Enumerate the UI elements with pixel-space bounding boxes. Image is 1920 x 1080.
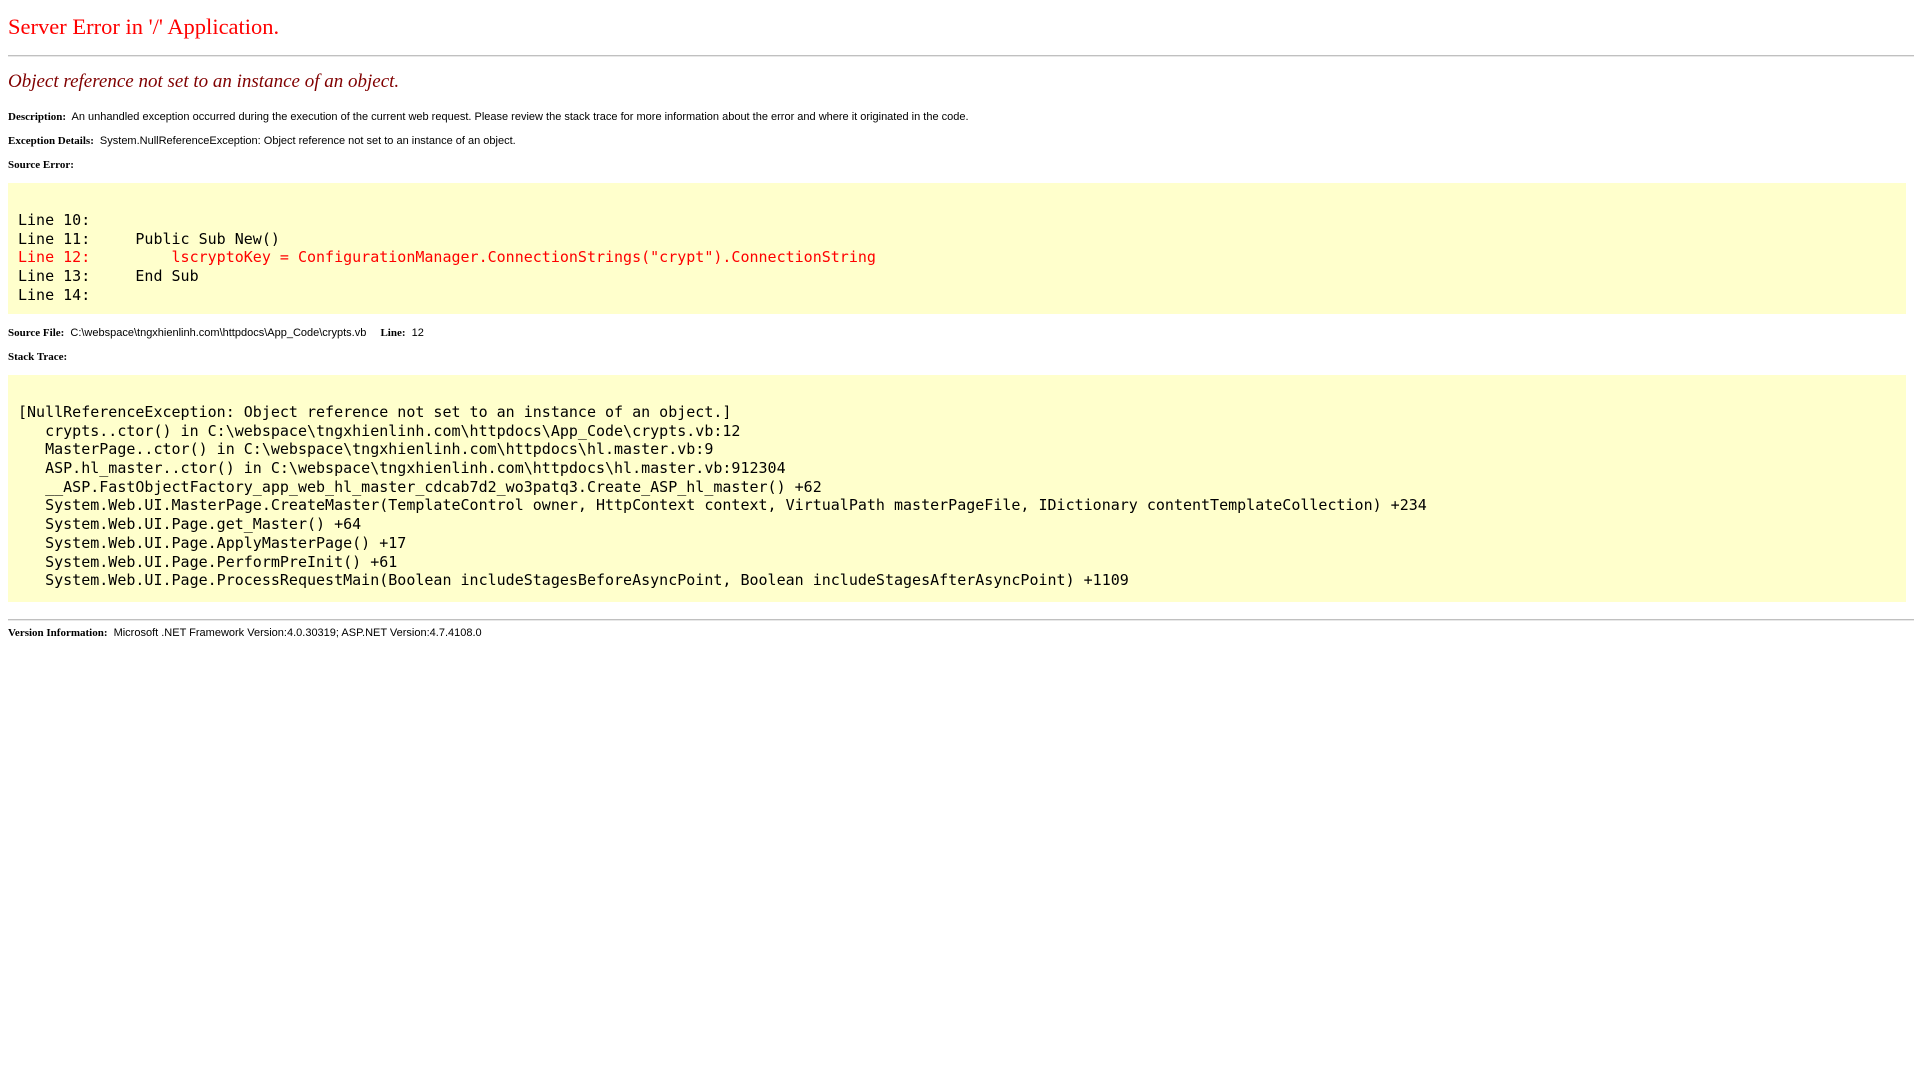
source-error-label: Source Error:: [8, 159, 74, 171]
error-message-heading: Object reference not set to an instance …: [8, 71, 400, 92]
stack-trace-line: crypts..ctor() in C:\webspace\tngxhienli…: [18, 421, 741, 440]
stack-trace-line: System.Web.UI.Page.PerformPreInit() +61: [18, 552, 398, 571]
description-text: An unhandled exception occurred during t…: [71, 111, 969, 123]
stack-trace-line: MasterPage..ctor() in C:\webspace\tngxhi…: [18, 440, 714, 459]
version-information-row: Version Information: Microsoft .NET Fram…: [8, 627, 482, 639]
source-file-path: C:\webspace\tngxhienlinh.com\httpdocs\Ap…: [70, 327, 367, 339]
stack-trace-label-row: Stack Trace:: [8, 351, 70, 363]
stack-trace-line: ASP.hl_master..ctor() in C:\webspace\tng…: [18, 459, 786, 478]
divider-top: [8, 55, 1914, 57]
source-line-label: Line:: [380, 327, 406, 339]
exception-details-label: Exception Details:: [8, 135, 94, 147]
source-line-number: 12: [411, 327, 424, 339]
exception-details-text: System.NullReferenceException: Object re…: [99, 135, 516, 147]
stack-trace-line: System.Web.UI.Page.ProcessRequestMain(Bo…: [18, 571, 1129, 590]
description-label: Description:: [8, 111, 67, 123]
source-line: Line 11: Public Sub New(): [18, 229, 280, 248]
stack-trace-code-block: [NullReferenceException: Object referenc…: [8, 375, 1906, 602]
stack-trace-label: Stack Trace:: [8, 351, 68, 363]
stack-trace-line: System.Web.UI.Page.get_Master() +64: [18, 515, 362, 534]
source-error-label-row: Source Error:: [8, 159, 77, 171]
source-line: Line 13: End Sub: [18, 267, 199, 286]
stack-trace-line: __ASP.FastObjectFactory_app_web_hl_maste…: [18, 477, 822, 496]
source-line-highlighted: Line 12: lscryptoKey = ConfigurationMana…: [18, 248, 876, 267]
page-title: Server Error in '/' Application.: [8, 14, 280, 39]
source-line: Line 10:: [18, 211, 91, 229]
source-line: Line 14:: [18, 285, 91, 304]
source-file-label: Source File:: [8, 327, 65, 339]
divider-bottom: [8, 619, 1914, 621]
stack-trace-line: System.Web.UI.Page.ApplyMasterPage() +17: [18, 533, 407, 552]
source-file-row: Source File: C:\webspace\tngxhienlinh.co…: [8, 327, 424, 339]
stack-trace-line: System.Web.UI.MasterPage.CreateMaster(Te…: [18, 496, 1427, 515]
version-information-label: Version Information:: [8, 627, 108, 639]
description-row: Description: An unhandled exception occu…: [8, 111, 969, 123]
stack-trace-line: [NullReferenceException: Object referenc…: [18, 403, 732, 421]
version-information-text: Microsoft .NET Framework Version:4.0.303…: [113, 627, 482, 639]
exception-details-row: Exception Details: System.NullReferenceE…: [8, 135, 516, 147]
source-error-code-block: Line 10: Line 11: Public Sub New() Line …: [8, 183, 1906, 314]
